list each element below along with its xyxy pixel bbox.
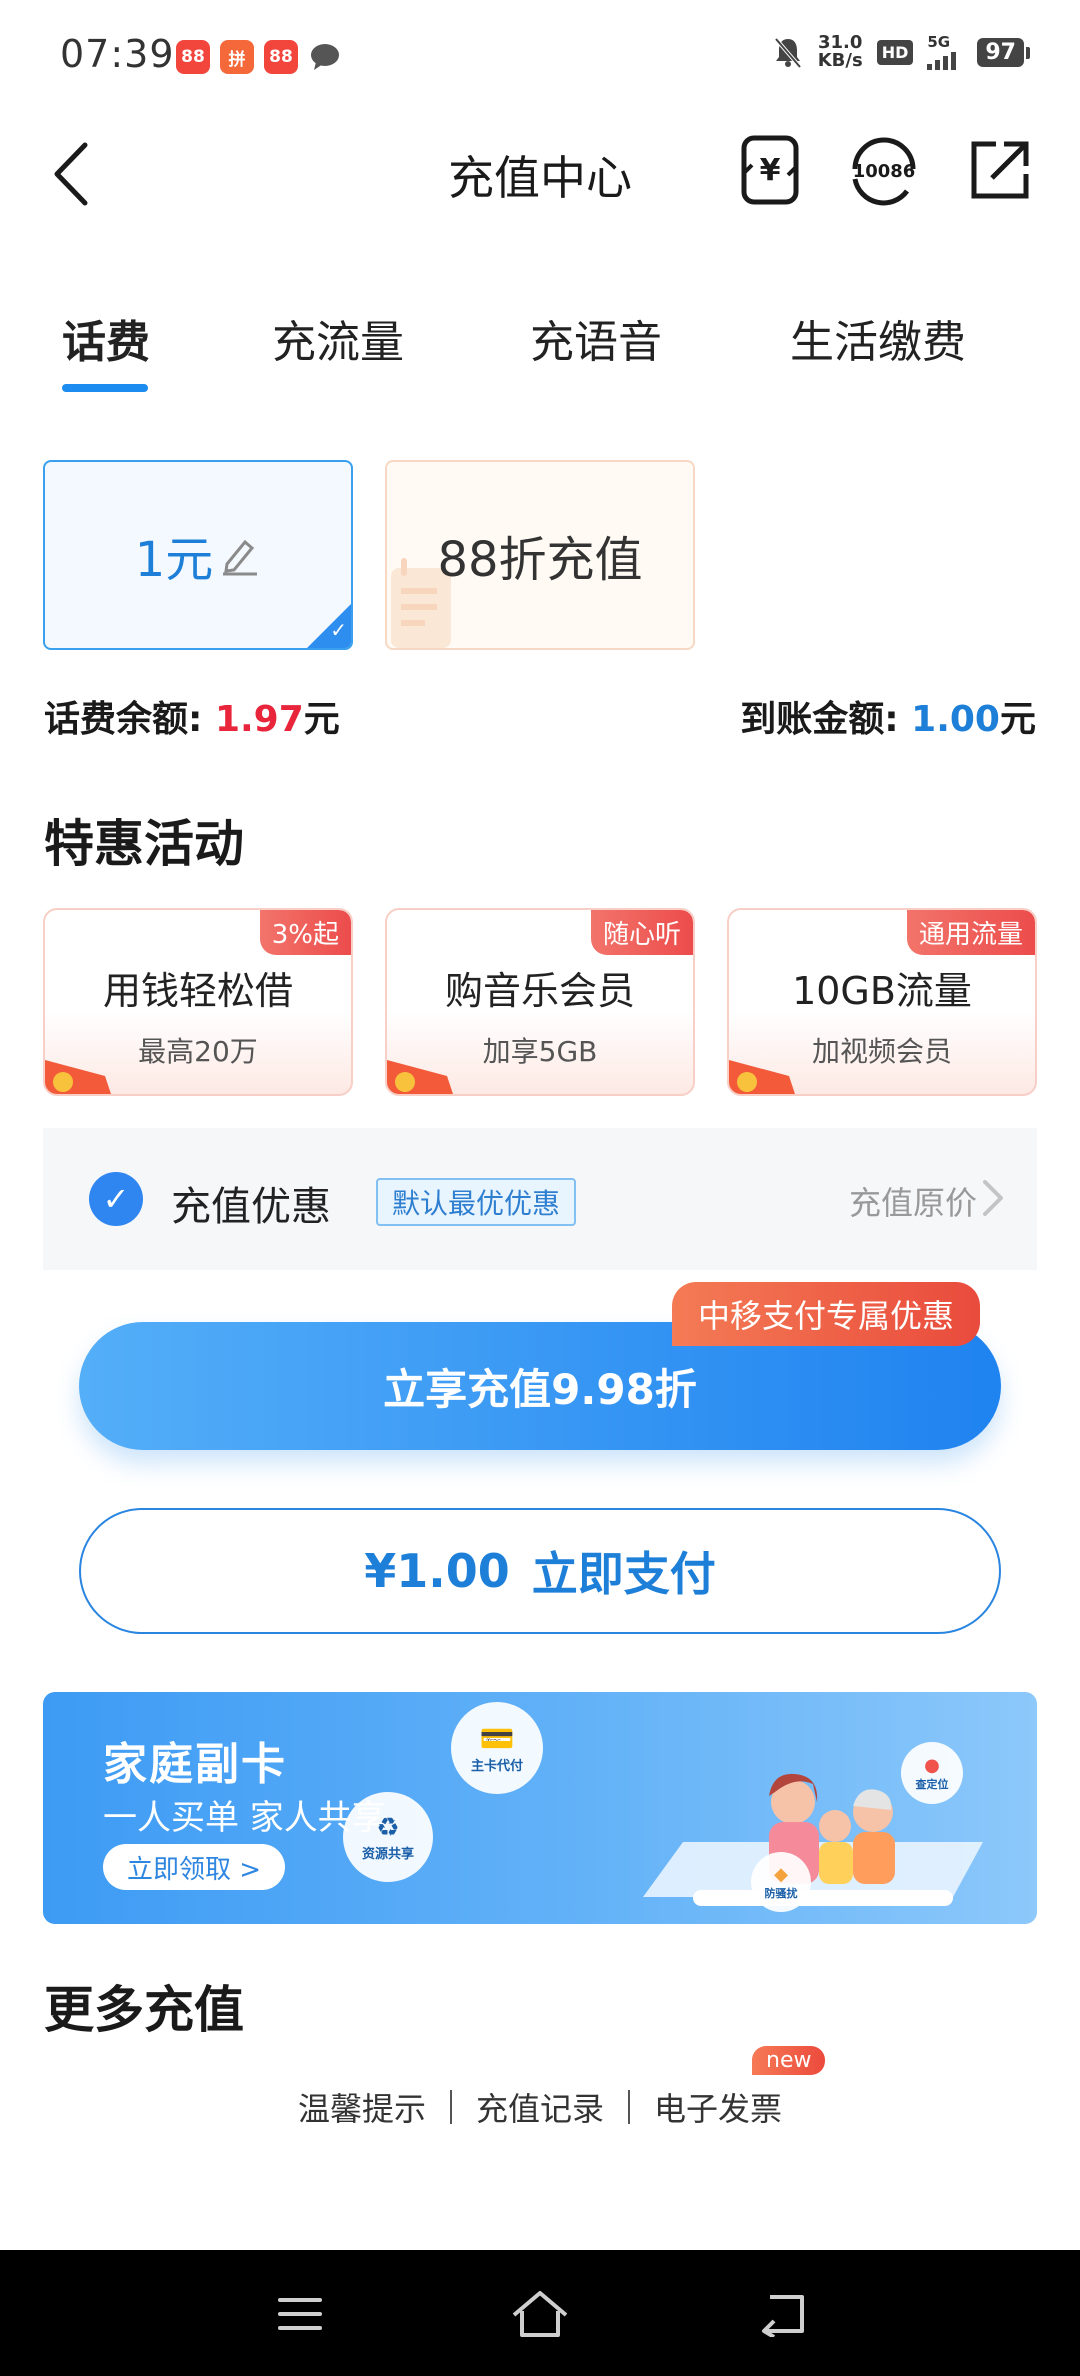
- family-card-banner[interactable]: 家庭副卡 一人买单 家人共享 立即领取 > 💳 主卡代付 ♻ 资源共享 ● 查定…: [43, 1692, 1037, 1924]
- hd-badge: HD: [876, 39, 914, 65]
- service-number: 10086: [853, 161, 916, 182]
- bubble-label: 资源共享: [361, 1846, 414, 1862]
- home-button[interactable]: [508, 2284, 572, 2344]
- exclusive-offer-badge: 中移支付专属优惠: [672, 1282, 981, 1346]
- pay-now-button[interactable]: ¥1.00 立即支付: [79, 1508, 1001, 1634]
- bubble-resource-share: ♻ 资源共享: [343, 1792, 433, 1882]
- custom-amount-value: 1元: [134, 532, 214, 588]
- red-envelope-icon: [729, 1060, 795, 1094]
- discount-checkbox[interactable]: ✓: [89, 1172, 143, 1226]
- discount-recharge-label: 88折充值: [437, 532, 643, 588]
- red-envelope-icon: [45, 1060, 111, 1094]
- red-envelope-icon: [387, 1060, 453, 1094]
- system-nav-bar: [0, 2250, 1080, 2376]
- app-notification-icon: 88: [176, 40, 210, 74]
- bubble-anti-harass: ◆ 防骚扰: [751, 1852, 811, 1912]
- status-bar: 07:39 88 拼 88 31.0 KB/s HD 5G 97: [0, 0, 1080, 110]
- original-price-link[interactable]: 充值原价: [849, 1178, 977, 1224]
- menu-button[interactable]: [268, 2284, 332, 2344]
- promo-badge: 随心听: [590, 910, 693, 955]
- promo-badge: 3%起: [259, 910, 351, 955]
- arrival-unit: 元: [999, 699, 1036, 740]
- active-tab-indicator: [62, 384, 148, 392]
- status-time: 07:39: [60, 32, 175, 76]
- message-icon: [311, 44, 339, 70]
- bubble-label: 主卡代付: [470, 1759, 523, 1774]
- check-icon: ✓: [330, 618, 347, 642]
- balance-label: 话费余额:: [44, 699, 203, 740]
- custom-amount-option[interactable]: 1元 ✓: [43, 460, 353, 650]
- bubble-label: 防骚扰: [764, 1886, 798, 1900]
- category-tabs: 话费 充流量 充语音 生活缴费: [0, 290, 1080, 400]
- more-recharge-title: 更多充值: [44, 1981, 244, 2039]
- arrival-amount: 到账金额: 1.00元: [740, 690, 1036, 742]
- pay-amount: ¥1.00: [364, 1544, 510, 1598]
- status-right: 31.0 KB/s HD 5G 97: [772, 32, 1030, 70]
- signal-label: 5G: [927, 32, 951, 51]
- battery-indicator: 97: [977, 37, 1030, 67]
- banner-title: 家庭副卡: [103, 1739, 287, 1790]
- arrival-value: 1.00: [911, 699, 1000, 740]
- app-header: 充值中心 ¥ 10086: [0, 110, 1080, 230]
- best-discount-tag: 默认最优优惠: [376, 1178, 577, 1226]
- tab-data[interactable]: 充流量: [272, 306, 404, 370]
- recharge-history-link[interactable]: 充值记录: [452, 2084, 628, 2130]
- svg-text:¥: ¥: [760, 153, 781, 188]
- promo-title: 用钱轻松借: [102, 969, 293, 1013]
- phone-yuan-icon: ¥: [741, 135, 799, 205]
- promo-title: 10GB流量: [792, 969, 972, 1013]
- balance-unit: 元: [303, 699, 340, 740]
- back-nav-button[interactable]: [750, 2284, 814, 2344]
- home-icon: [512, 2291, 568, 2337]
- customer-service-button[interactable]: 10086: [844, 130, 924, 210]
- tab-phone-bill[interactable]: 话费: [62, 306, 150, 370]
- family-illustration: [643, 1773, 983, 1906]
- bubble-location: ● 查定位: [901, 1742, 963, 1804]
- network-speed: 31.0 KB/s: [818, 34, 863, 70]
- share-resource-icon: ♻: [376, 1812, 400, 1843]
- notification-icons: 88 拼 88: [176, 40, 342, 74]
- phone-balance: 话费余额: 1.97元: [44, 690, 340, 742]
- tab-voice[interactable]: 充语音: [530, 306, 662, 370]
- promo-card-data[interactable]: 通用流量 10GB流量 加视频会员: [727, 908, 1037, 1096]
- location-pin-icon: ●: [924, 1754, 940, 1776]
- bubble-primary-pay: 💳 主卡代付: [451, 1702, 543, 1794]
- tab-utilities[interactable]: 生活缴费: [790, 306, 966, 370]
- share-button[interactable]: [960, 130, 1040, 210]
- signal-bars-icon: [927, 51, 957, 70]
- pay-label: 立即支付: [531, 1547, 716, 1601]
- tips-link[interactable]: 温馨提示: [274, 2084, 450, 2130]
- headset-icon: 10086: [852, 137, 916, 206]
- arrival-label: 到账金额:: [740, 699, 899, 740]
- mute-bell-icon: [774, 37, 802, 69]
- footer-links: 温馨提示 充值记录 电子发票: [0, 2082, 1080, 2132]
- bubble-label: 查定位: [915, 1777, 949, 1791]
- signal-indicator: 5G: [927, 32, 963, 70]
- specials-title: 特惠活动: [44, 815, 244, 873]
- chevron-right-icon: [983, 1180, 1003, 1216]
- network-speed-unit: KB/s: [817, 50, 863, 71]
- recharge-discount-row[interactable]: ✓ 充值优惠 默认最优优惠 充值原价: [43, 1128, 1037, 1270]
- discount-label: 充值优惠: [171, 1184, 331, 1230]
- wallet-icon: 💳: [479, 1722, 515, 1755]
- return-icon: [762, 2295, 804, 2337]
- edit-pencil-icon: [223, 539, 258, 576]
- balance-value: 1.97: [214, 699, 304, 740]
- banner-claim-button[interactable]: 立即领取 >: [103, 1844, 286, 1890]
- balance-row: 话费余额: 1.97元 到账金额: 1.00元: [44, 690, 1036, 740]
- promo-title: 购音乐会员: [444, 969, 635, 1013]
- e-invoice-link[interactable]: 电子发票: [630, 2084, 806, 2130]
- promo-badge: 通用流量: [906, 910, 1035, 955]
- app-notification-icon: 拼: [220, 40, 254, 74]
- app-notification-icon: 88: [264, 40, 298, 74]
- menu-icon: [278, 2298, 322, 2330]
- shield-icon: ◆: [774, 1863, 788, 1885]
- new-badge: new: [752, 2046, 826, 2075]
- discount-recharge-option[interactable]: 88折充值: [385, 460, 695, 650]
- share-icon: [971, 141, 1029, 199]
- recharge-bill-button[interactable]: ¥: [730, 130, 810, 210]
- promo-card-music[interactable]: 随心听 购音乐会员 加享5GB: [385, 908, 695, 1096]
- promo-card-loan[interactable]: 3%起 用钱轻松借 最高20万: [43, 908, 353, 1096]
